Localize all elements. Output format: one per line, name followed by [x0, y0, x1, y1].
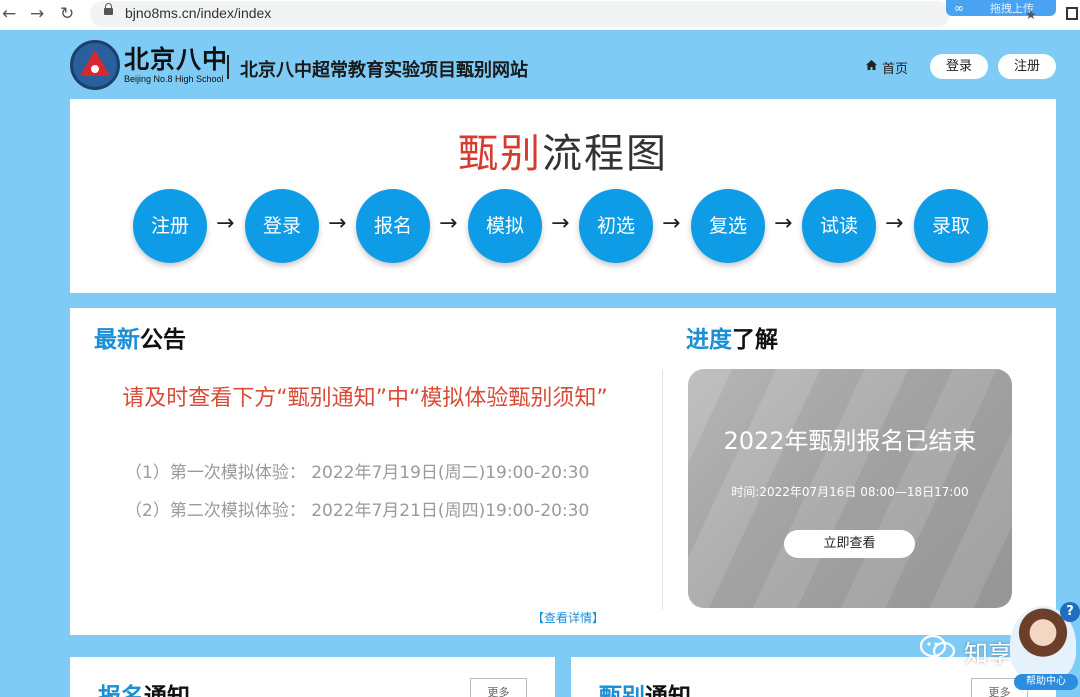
progress-heading: 进度了解	[686, 320, 778, 354]
notice-heading-black: 公告	[140, 327, 186, 353]
question-icon[interactable]: ?	[1060, 602, 1080, 622]
window-icon[interactable]	[1066, 7, 1078, 20]
main-panel: 最新公告 请及时查看下方“甄别通知”中“模拟体验甄别须知” （1）第一次模拟体验…	[70, 308, 1056, 635]
signup-more-button[interactable]: 更多	[470, 678, 527, 697]
logo-chinese-name: 北京八中	[124, 45, 229, 74]
flow-title-highlight: 甄别	[458, 131, 542, 177]
view-now-button[interactable]: 立即查看	[784, 530, 915, 558]
site-title: 北京八中超常教育实验项目甄别网站	[240, 60, 528, 81]
signup-notice-heading-blue: 报名	[98, 684, 144, 697]
notice-heading: 最新公告	[94, 320, 186, 354]
notice-line-2: （2）第二次模拟体验： 2022年7月21日(周四)19:00-20:30	[125, 501, 590, 521]
forward-icon[interactable]: →	[30, 4, 44, 24]
status-title: 2022年甄别报名已结束	[723, 427, 977, 455]
signup-notice-heading-black: 通知	[144, 684, 190, 697]
step-simulate[interactable]: 模拟	[468, 189, 542, 263]
home-icon[interactable]	[866, 60, 877, 70]
nav-home-link[interactable]: 首页	[882, 58, 908, 77]
arrow-right-icon: →	[774, 211, 793, 236]
flow-title: 甄别流程图	[70, 121, 1056, 179]
lock-icon	[104, 3, 113, 15]
star-icon[interactable]: ★	[1025, 8, 1037, 23]
register-button[interactable]: 注册	[998, 54, 1056, 79]
registration-status-card: 2022年甄别报名已结束 时间:2022年07月16日 08:00—18日17:…	[688, 369, 1012, 608]
flow-panel: 甄别流程图 注册 → 登录 → 报名 → 模拟 → 初选 → 复选 → 试读 →…	[70, 99, 1056, 293]
screening-notice-heading: 甄别通知	[599, 677, 691, 697]
arrow-right-icon: →	[216, 211, 235, 236]
notice-heading-blue: 最新	[94, 327, 140, 353]
back-icon[interactable]: ←	[2, 4, 16, 24]
wechat-icon	[920, 634, 956, 661]
arrow-right-icon: →	[885, 211, 904, 236]
step-register[interactable]: 注册	[133, 189, 207, 263]
progress-heading-blue: 进度	[686, 327, 732, 353]
logo-english-name: Beijing No.8 High School	[124, 74, 224, 84]
help-center-button[interactable]: 帮助中心	[1014, 674, 1078, 690]
arrow-right-icon: →	[328, 211, 347, 236]
signup-notice-heading: 报名通知	[98, 677, 190, 697]
step-reselection[interactable]: 复选	[691, 189, 765, 263]
flow-title-rest: 流程图	[542, 131, 668, 177]
url-text[interactable]: bjno8ms.cn/index/index	[125, 5, 271, 21]
screening-notice-heading-black: 通知	[645, 684, 691, 697]
header-divider	[227, 55, 229, 79]
step-signup[interactable]: 报名	[356, 189, 430, 263]
arrow-right-icon: →	[439, 211, 458, 236]
step-trial[interactable]: 试读	[802, 189, 876, 263]
infinity-icon: ∞	[954, 1, 964, 15]
arrow-right-icon: →	[551, 211, 570, 236]
screening-notice-heading-blue: 甄别	[599, 684, 645, 697]
step-login[interactable]: 登录	[245, 189, 319, 263]
browser-toolbar: ← → ↻ bjno8ms.cn/index/index ∞ 拖拽上传 ★	[0, 0, 1080, 30]
reload-icon[interactable]: ↻	[60, 4, 74, 24]
progress-heading-black: 了解	[732, 327, 778, 353]
logo-dot	[91, 65, 99, 73]
signup-notice-card: 报名通知 更多	[70, 657, 555, 697]
column-divider	[662, 370, 663, 610]
step-preliminary[interactable]: 初选	[579, 189, 653, 263]
notice-line-1: （1）第一次模拟体验： 2022年7月19日(周二)19:00-20:30	[125, 463, 590, 483]
arrow-right-icon: →	[662, 211, 681, 236]
notice-headline[interactable]: 请及时查看下方“甄别通知”中“模拟体验甄别须知”	[90, 384, 640, 414]
login-button[interactable]: 登录	[930, 54, 988, 79]
status-time: 时间:2022年07月16日 08:00—18日17:00	[731, 485, 969, 499]
view-details-link[interactable]: 【查看详情】	[532, 609, 604, 626]
step-admission[interactable]: 录取	[914, 189, 988, 263]
